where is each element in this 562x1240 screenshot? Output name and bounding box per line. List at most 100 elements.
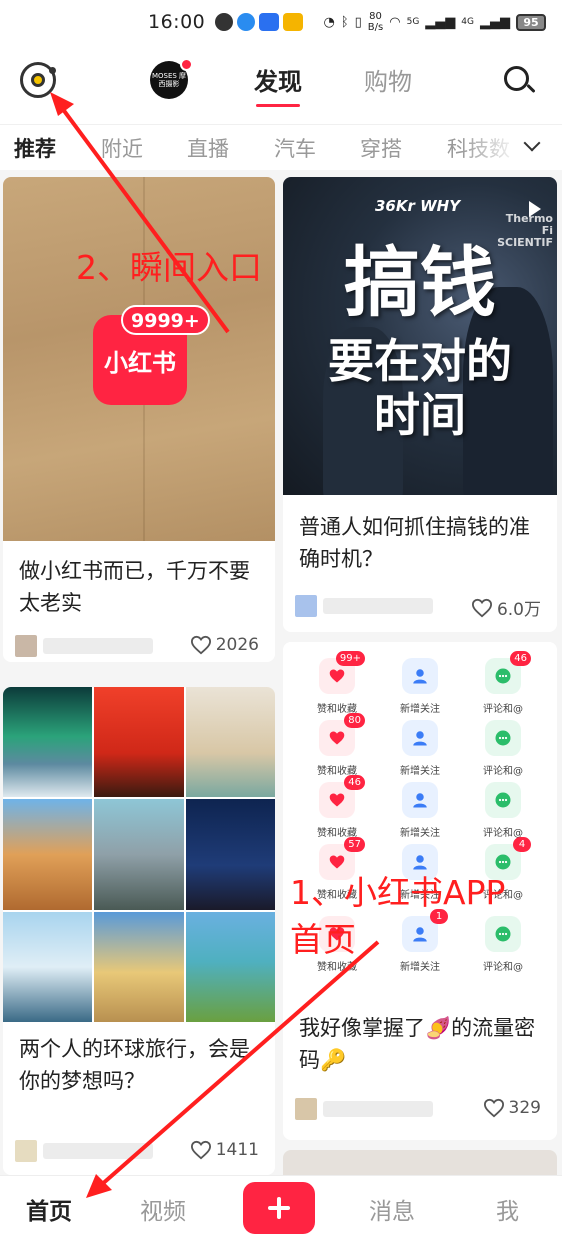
moments-camera-icon[interactable] [20, 62, 56, 98]
followed-brand-avatar[interactable]: MOSES 摩西摄影 [150, 58, 193, 99]
category-recommend[interactable]: 推荐 [14, 133, 56, 163]
notification-item: 新增关注 [380, 782, 460, 839]
signal-bars-icon: ▂▄▆ [480, 14, 510, 30]
tab-video[interactable]: 视频 [140, 1192, 186, 1226]
heart-icon [471, 598, 492, 617]
notification-badge: 46 [510, 651, 531, 666]
video-cover: 36Kr WHY Thermo Fi SCIENTIF 搞钱 要在对的 时间 [283, 177, 557, 495]
chat-icon: 46 [485, 651, 531, 694]
notification-row: 99+ 赞和收藏 新增关注 46 评论和@ [283, 651, 557, 728]
camera-lens [31, 73, 45, 87]
heart-icon: 80 [319, 713, 365, 756]
annotation-moments-entry: 2、瞬间入口 [76, 248, 262, 287]
note-title: 我好像掌握了🍠的流量密码🔑 [299, 1016, 536, 1072]
notification-badge: 46 [344, 775, 365, 790]
signal-bars-icon: ▂▄▆ [425, 14, 456, 30]
brand-avatar-label: MOSES 摩西摄影 [151, 72, 187, 88]
category-live[interactable]: 直播 [187, 133, 229, 163]
annotation-app-home: 1、小红书APP [290, 873, 506, 912]
notification-badge: 80 [344, 713, 365, 728]
cloud-icon [237, 13, 256, 31]
like-button[interactable]: 329 [483, 1098, 541, 1118]
person-icon [402, 658, 438, 694]
video-brand: 36Kr WHY [375, 197, 461, 215]
author-name-blurred [43, 638, 153, 654]
note-card[interactable]: 两个人的环球旅行，会是你的梦想吗？ 1411 [3, 687, 275, 1175]
note-author[interactable] [15, 1140, 165, 1162]
note-card[interactable]: 36Kr WHY Thermo Fi SCIENTIF 搞钱 要在对的 时间 普… [283, 177, 557, 632]
note-card-peek[interactable] [283, 1150, 557, 1175]
notification-item: 80 赞和收藏 [297, 713, 377, 777]
play-icon [529, 201, 541, 217]
notification-label: 赞和收藏 [317, 828, 357, 839]
like-count: 1411 [215, 1140, 259, 1160]
search-ring [504, 66, 529, 91]
heart-icon [483, 1098, 504, 1118]
feed: 小红书 9999+ 做小红书而已，千万不要太老实 2026 36Kr WHY T… [0, 170, 562, 1175]
notification-label: 赞和收藏 [317, 704, 357, 715]
category-car[interactable]: 汽车 [274, 133, 316, 163]
photo-architecture [185, 687, 275, 798]
tab-messages[interactable]: 消息 [369, 1192, 415, 1226]
photo-grid [3, 687, 275, 1022]
add-post-button[interactable] [243, 1182, 315, 1234]
avatar [15, 635, 37, 657]
photo-lake-meadow [185, 911, 275, 1022]
signal-4g: 4G [461, 17, 474, 27]
like-button[interactable]: 6.0万 [471, 595, 541, 620]
notification-label: 赞和收藏 [317, 766, 357, 777]
category-outfit[interactable]: 穿搭 [360, 133, 402, 163]
cover-headline: 搞钱 [344, 238, 496, 327]
notification-item: 评论和@ [463, 720, 543, 777]
notification-label: 新增关注 [400, 962, 440, 973]
photo-desert-rocks [3, 799, 93, 910]
category-fade [460, 125, 520, 168]
heart-icon [190, 1140, 211, 1160]
notification-item: 评论和@ [463, 916, 543, 973]
category-nearby[interactable]: 附近 [101, 133, 143, 163]
chevron-down-icon[interactable] [520, 133, 550, 159]
tab-shopping[interactable]: 购物 [364, 62, 412, 97]
notification-label: 评论和@ [483, 962, 523, 973]
tab-home[interactable]: 首页 [26, 1192, 72, 1226]
note-author[interactable] [295, 595, 445, 617]
notification-item: 评论和@ [463, 782, 543, 839]
notification-item: 46 评论和@ [463, 651, 543, 715]
travel-collage [3, 687, 275, 1022]
search-handle [526, 83, 536, 94]
notification-badge: 99+ [335, 651, 365, 666]
notification-item: 46 赞和收藏 [297, 775, 377, 839]
tab-me[interactable]: 我 [496, 1192, 519, 1226]
heart-icon [190, 635, 211, 655]
like-button[interactable]: 1411 [190, 1140, 259, 1160]
notification-row: 80 赞和收藏 新增关注 评论和@ [283, 713, 557, 790]
net-speed: 80 B/s [368, 11, 383, 33]
search-icon[interactable] [502, 64, 536, 98]
photo-aurora [3, 687, 93, 798]
notification-label: 评论和@ [483, 828, 523, 839]
like-count: 6.0万 [496, 600, 541, 620]
cover-headline: 要在对的 [328, 334, 512, 388]
notification-label: 新增关注 [400, 766, 440, 777]
like-button[interactable]: 2026 [190, 635, 259, 655]
note-title: 普通人如何抓住搞钱的准确时机？ [299, 515, 530, 571]
avatar [295, 1098, 317, 1120]
like-count: 329 [508, 1098, 541, 1118]
notification-item: 新增关注 [380, 658, 460, 715]
notification-label: 新增关注 [400, 828, 440, 839]
photo-night-sky [185, 799, 275, 910]
chat-icon [485, 720, 521, 756]
notification-item: 99+ 赞和收藏 [297, 651, 377, 715]
tab-discover[interactable]: 发现 [254, 62, 302, 107]
note-cover: 小红书 9999+ [3, 177, 275, 541]
bluetooth-icon: ᛒ [340, 14, 349, 30]
chat-icon [485, 782, 521, 818]
photo-kangaroo-sign [94, 911, 184, 1022]
photo-tokyo-tower [94, 687, 184, 798]
heart-icon: 46 [319, 775, 365, 818]
notification-label: 评论和@ [483, 766, 523, 777]
author-name-blurred [43, 1143, 153, 1159]
note-author[interactable] [15, 635, 165, 657]
note-author[interactable] [295, 1098, 445, 1120]
notification-label: 评论和@ [483, 704, 523, 715]
